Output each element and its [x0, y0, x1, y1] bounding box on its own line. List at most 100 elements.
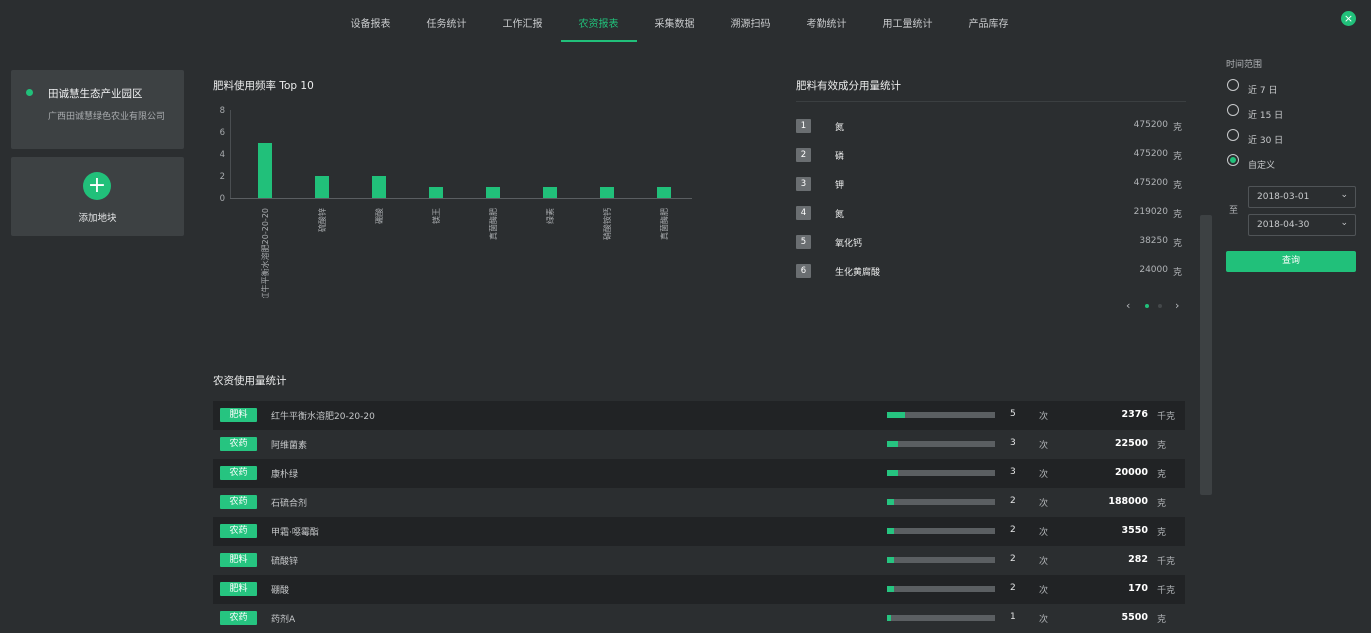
bar[interactable] [258, 143, 272, 198]
item-name: 康朴绿 [271, 470, 299, 480]
usage-row[interactable]: 肥料 红牛平衡水溶肥20-20-20 5 次 2376 千克 [213, 401, 1185, 430]
query-button[interactable]: 查询 [1226, 251, 1356, 272]
prev-icon[interactable]: ‹ [1126, 299, 1130, 312]
tab-5[interactable]: 溯源扫码 [713, 0, 789, 42]
times-label: 次 [1039, 470, 1049, 480]
rank-row: 3 钾 475200 克 [796, 174, 1186, 203]
x-tick-label: 红牛平衡水溶肥20-20-20 [260, 208, 270, 298]
rank-value: 475200 [1133, 178, 1168, 188]
bar-chart-title: 肥料使用频率 Top 10 [213, 80, 314, 92]
rank-value: 219020 [1133, 207, 1168, 217]
bar[interactable] [315, 176, 329, 198]
bar[interactable] [486, 187, 500, 198]
usage-progress-bar [887, 615, 995, 621]
usage-row[interactable]: 农药 康朴绿 3 次 20000 克 [213, 459, 1185, 488]
category-tag: 农药 [220, 466, 257, 480]
rank-row: 2 磷 475200 克 [796, 145, 1186, 174]
plus-icon: + [83, 172, 111, 200]
rank-name: 氮 [835, 123, 845, 133]
y-tick-label: 6 [220, 128, 225, 138]
usage-row[interactable]: 农药 药剂A 1 次 5500 克 [213, 604, 1185, 633]
rank-number: 3 [796, 177, 811, 191]
radio-button[interactable] [1227, 129, 1239, 141]
next-icon[interactable]: › [1175, 299, 1179, 312]
x-tick-label: 硫酸锌 [317, 208, 327, 232]
times-label: 次 [1039, 557, 1049, 567]
usage-amount: 3550 [1121, 525, 1148, 536]
tab-4[interactable]: 采集数据 [637, 0, 713, 42]
amount-unit: 千克 [1157, 412, 1176, 422]
scrollbar[interactable] [1200, 215, 1212, 495]
usage-row[interactable]: 农药 甲霜·噁霉酯 2 次 3550 克 [213, 517, 1185, 546]
usage-progress-bar [887, 557, 995, 563]
radio-button[interactable] [1227, 104, 1239, 116]
rank-row: 6 生化黄腐酸 24000 克 [796, 261, 1186, 290]
x-tick-label: 硼酸 [374, 208, 384, 224]
x-tick-label: 真菌酶肥 [488, 208, 498, 240]
tab-7[interactable]: 用工量统计 [865, 0, 951, 42]
usage-table: 肥料 红牛平衡水溶肥20-20-20 5 次 2376 千克 农药 阿维菌素 3 次 22500 克农… [213, 401, 1185, 633]
bar[interactable] [600, 187, 614, 198]
usage-row[interactable]: 农药 阿维菌素 3 次 22500 克 [213, 430, 1185, 459]
time-range-option[interactable]: 近 7 日 [1227, 77, 1278, 96]
page-dot-active[interactable] [1145, 304, 1149, 308]
divider [796, 101, 1186, 102]
times-label: 次 [1039, 615, 1049, 625]
bar[interactable] [543, 187, 557, 198]
radio-button[interactable] [1227, 154, 1239, 166]
rank-value: 475200 [1133, 149, 1168, 159]
rank-unit: 克 [1172, 268, 1182, 278]
usage-amount: 2376 [1121, 409, 1148, 420]
rank-number: 2 [796, 148, 811, 162]
x-tick-label: 硝酸铵钙 [602, 208, 612, 240]
bar[interactable] [429, 187, 443, 198]
bar[interactable] [657, 187, 671, 198]
radio-label: 近 15 日 [1248, 110, 1284, 121]
times-label: 次 [1039, 528, 1049, 538]
farm-card[interactable]: 田诚慧生态产业园区 广西田诚慧绿色农业有限公司 [11, 70, 184, 149]
usage-row[interactable]: 肥料 硫酸锌 2 次 282 千克 [213, 546, 1185, 575]
radio-label: 近 7 日 [1248, 85, 1278, 96]
tab-1[interactable]: 任务统计 [409, 0, 485, 42]
radio-button[interactable] [1227, 79, 1239, 91]
tab-0[interactable]: 设备报表 [333, 0, 409, 42]
usage-row[interactable]: 肥料 硼酸 2 次 170 千克 [213, 575, 1185, 604]
chevron-down-icon: ⌄ [1340, 218, 1348, 228]
time-range-option[interactable]: 自定义 [1227, 152, 1275, 171]
usage-amount: 5500 [1121, 612, 1148, 623]
item-name: 阿维菌素 [271, 441, 308, 451]
amount-unit: 克 [1157, 470, 1167, 480]
usage-row[interactable]: 农药 石硫合剂 2 次 188000 克 [213, 488, 1185, 517]
category-tag: 肥料 [220, 553, 257, 567]
rank-name: 氧化钙 [835, 239, 863, 249]
usage-count: 2 [1010, 496, 1016, 506]
tab-2[interactable]: 工作汇报 [485, 0, 561, 42]
usage-count: 1 [1010, 612, 1016, 622]
page-dot[interactable] [1158, 304, 1162, 308]
end-date-select[interactable]: 2018-04-30 ⌄ [1248, 214, 1356, 236]
tab-8[interactable]: 产品库存 [951, 0, 1027, 42]
usage-progress-fill [887, 412, 905, 418]
rank-number: 4 [796, 206, 811, 220]
item-name: 甲霜·噁霉酯 [271, 528, 319, 538]
rank-value: 475200 [1133, 120, 1168, 130]
rank-value: 38250 [1139, 236, 1168, 246]
time-range-option[interactable]: 近 15 日 [1227, 102, 1284, 121]
tab-3[interactable]: 农资报表 [560, 0, 637, 42]
start-date-value: 2018-03-01 [1257, 192, 1310, 202]
rank-name: 钾 [835, 181, 845, 191]
close-icon[interactable]: × [1341, 11, 1356, 26]
item-name: 硫酸锌 [271, 557, 299, 567]
tab-6[interactable]: 考勤统计 [789, 0, 865, 42]
rank-row: 4 氮 219020 克 [796, 203, 1186, 232]
bar[interactable] [372, 176, 386, 198]
times-label: 次 [1039, 586, 1049, 596]
tab-bar: 设备报表 任务统计 工作汇报 农资报表 采集数据 溯源扫码 考勤统计 用工量统计 产品库存 [333, 0, 1027, 42]
usage-count: 5 [1010, 409, 1016, 419]
category-tag: 农药 [220, 437, 257, 451]
start-date-select[interactable]: 2018-03-01 ⌄ [1248, 186, 1356, 208]
add-plot-button[interactable]: + 添加地块 [11, 157, 184, 236]
status-dot [26, 89, 33, 96]
time-range-option[interactable]: 近 30 日 [1227, 127, 1283, 146]
rank-name: 生化黄腐酸 [835, 268, 881, 278]
